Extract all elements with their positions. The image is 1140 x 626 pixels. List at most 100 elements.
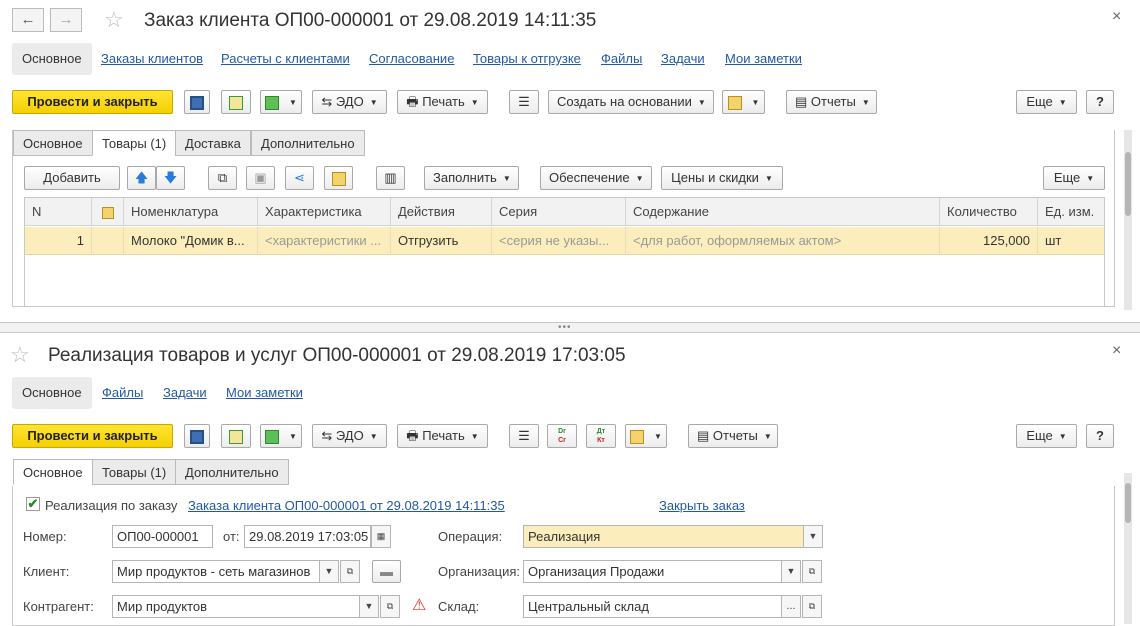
- nav-tab-approval[interactable]: Согласование: [369, 43, 454, 75]
- tab-additional[interactable]: Дополнительно: [251, 130, 365, 156]
- close-icon[interactable]: ×: [1112, 342, 1121, 360]
- col-header-n[interactable]: N: [25, 198, 92, 226]
- scrollbar-vertical[interactable]: [1124, 473, 1132, 624]
- favorite-star-icon[interactable]: ☆: [104, 9, 124, 31]
- fill-button[interactable]: Заполнить ▼: [424, 166, 519, 190]
- client-dropdown[interactable]: ▼: [319, 560, 339, 583]
- create-based-on-button[interactable]: Создать на основании ▼: [548, 90, 714, 114]
- order-link[interactable]: Заказа клиента ОП00-000001 от 29.08.2019…: [188, 498, 505, 513]
- dt-kt-button[interactable]: Дт Кт: [586, 424, 616, 448]
- date-field[interactable]: 29.08.2019 17:03:05: [244, 525, 371, 548]
- org-open-button[interactable]: ⧉: [802, 560, 822, 583]
- save-button[interactable]: [184, 90, 210, 114]
- goods-more-button[interactable]: Еще ▼: [1043, 166, 1105, 190]
- window-splitter[interactable]: •••: [0, 322, 1140, 333]
- close-icon[interactable]: ×: [1112, 8, 1121, 26]
- goods-table[interactable]: N Номенклатура Характеристика Действия С…: [24, 197, 1105, 307]
- move-down-button[interactable]: 🡇: [156, 166, 185, 190]
- warehouse-open-button[interactable]: ⧉: [802, 595, 822, 618]
- tab-main[interactable]: Основное: [13, 130, 93, 156]
- col-header-pick[interactable]: [92, 198, 124, 226]
- tab-additional[interactable]: Дополнительно: [175, 459, 289, 485]
- calendar-button[interactable]: ▦: [371, 525, 391, 548]
- help-button[interactable]: ?: [1086, 90, 1114, 114]
- paste-button[interactable]: ▣: [246, 166, 275, 190]
- counterparty-open-button[interactable]: ⧉: [380, 595, 400, 618]
- forward-button[interactable]: →: [50, 8, 82, 32]
- nav-tab-main[interactable]: Основное: [12, 43, 92, 75]
- tab-delivery[interactable]: Доставка: [175, 130, 251, 156]
- counterparty-dropdown[interactable]: ▼: [359, 595, 379, 618]
- nav-tab-tasks[interactable]: Задачи: [661, 43, 705, 75]
- client-open-button[interactable]: ⧉: [340, 560, 360, 583]
- scrollbar-vertical[interactable]: [1124, 130, 1132, 310]
- print-button[interactable]: 🖶 Печать ▼: [397, 90, 488, 114]
- col-header-qty[interactable]: Количество: [940, 198, 1038, 226]
- list-button[interactable]: ☰: [509, 90, 539, 114]
- operation-dropdown[interactable]: ▼: [803, 525, 823, 548]
- tab-goods[interactable]: Товары (1): [92, 130, 177, 156]
- barcode-button[interactable]: ▥: [376, 166, 405, 190]
- back-button[interactable]: ←: [12, 8, 44, 32]
- nav-tab-notes[interactable]: Мои заметки: [226, 377, 303, 409]
- chevron-down-icon: ▼: [324, 566, 334, 576]
- attachments-button[interactable]: ▼: [722, 90, 765, 114]
- nav-tab-settlements[interactable]: Расчеты с клиентами: [221, 43, 350, 75]
- operation-field[interactable]: Реализация: [523, 525, 804, 548]
- warehouse-select-button[interactable]: ...: [781, 595, 801, 618]
- nav-tab-orders[interactable]: Заказы клиентов: [101, 43, 203, 75]
- related-docs-button[interactable]: ▼: [260, 424, 302, 448]
- org-field[interactable]: Организация Продажи: [523, 560, 782, 583]
- favorite-star-icon[interactable]: ☆: [10, 344, 30, 366]
- save-button[interactable]: [184, 424, 210, 448]
- related-docs-button[interactable]: ▼: [260, 90, 302, 114]
- split-button[interactable]: ⋖: [285, 166, 314, 190]
- nav-tab-files[interactable]: Файлы: [102, 377, 143, 409]
- client-card-button[interactable]: ▬: [372, 560, 401, 583]
- prices-discounts-button[interactable]: Цены и скидки ▼: [661, 166, 783, 190]
- post-and-close-button[interactable]: Провести и закрыть: [12, 424, 173, 448]
- nav-tab-goods-to-ship[interactable]: Товары к отгрузке: [473, 43, 581, 75]
- edo-button[interactable]: ⇆ ЭДО ▼: [312, 424, 387, 448]
- nav-tab-tasks[interactable]: Задачи: [163, 377, 207, 409]
- scrollbar-thumb[interactable]: [1125, 152, 1131, 216]
- nav-tab-files[interactable]: Файлы: [601, 43, 642, 75]
- post-button[interactable]: [221, 424, 251, 448]
- copy-button[interactable]: ⧉: [208, 166, 237, 190]
- provision-button[interactable]: Обеспечение ▼: [540, 166, 652, 190]
- tab-goods[interactable]: Товары (1): [92, 459, 177, 485]
- list-button[interactable]: ☰: [509, 424, 539, 448]
- print-button[interactable]: 🖶 Печать ▼: [397, 424, 488, 448]
- number-field[interactable]: ОП00-000001: [112, 525, 213, 548]
- post-button[interactable]: [221, 90, 251, 114]
- help-button[interactable]: ?: [1086, 424, 1114, 448]
- more-button[interactable]: Еще ▼: [1016, 424, 1077, 448]
- pick-button[interactable]: [324, 166, 353, 190]
- org-dropdown[interactable]: ▼: [781, 560, 801, 583]
- tab-main[interactable]: Основное: [13, 459, 93, 485]
- table-row[interactable]: 1 Молоко "Домик в... <характеристики ...…: [25, 227, 1104, 255]
- by-order-checkbox[interactable]: ✔: [26, 497, 40, 511]
- dr-cr-button[interactable]: Dr Cr: [547, 424, 577, 448]
- scrollbar-thumb[interactable]: [1125, 483, 1131, 523]
- counterparty-field[interactable]: Мир продуктов: [112, 595, 360, 618]
- nav-tab-notes[interactable]: Мои заметки: [725, 43, 802, 75]
- col-header-unit[interactable]: Ед. изм.: [1038, 198, 1104, 226]
- client-field[interactable]: Мир продуктов - сеть магазинов: [112, 560, 320, 583]
- post-and-close-button[interactable]: Провести и закрыть: [12, 90, 173, 114]
- nav-tab-main[interactable]: Основное: [12, 377, 92, 409]
- warehouse-field[interactable]: Центральный склад: [523, 595, 782, 618]
- col-header-item[interactable]: Номенклатура: [124, 198, 258, 226]
- reports-button[interactable]: ▤ Отчеты ▼: [688, 424, 778, 448]
- col-header-action[interactable]: Действия: [391, 198, 492, 226]
- add-button[interactable]: Добавить: [24, 166, 120, 190]
- attachments-button[interactable]: ▼: [625, 424, 667, 448]
- edo-button[interactable]: ⇆ ЭДО ▼: [312, 90, 387, 114]
- col-header-series[interactable]: Серия: [492, 198, 626, 226]
- col-header-characteristic[interactable]: Характеристика: [258, 198, 391, 226]
- move-up-button[interactable]: 🡅: [127, 166, 156, 190]
- close-order-link[interactable]: Закрыть заказ: [659, 498, 745, 513]
- reports-button[interactable]: ▤ Отчеты ▼: [786, 90, 877, 114]
- col-header-content[interactable]: Содержание: [626, 198, 940, 226]
- more-button[interactable]: Еще ▼: [1016, 90, 1077, 114]
